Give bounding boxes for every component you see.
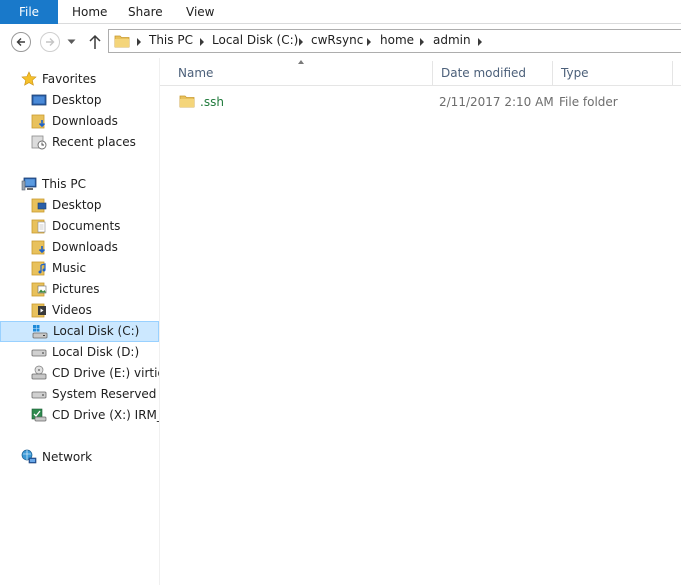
nav-item-label: Local Disk (D:): [52, 345, 140, 359]
nav-favorites-desktop[interactable]: Desktop: [0, 90, 159, 111]
breadcrumb-this-pc[interactable]: This PC: [149, 33, 193, 47]
recent-locations-chevron-icon[interactable]: [67, 39, 76, 45]
nav-item-label: Desktop: [52, 198, 102, 212]
hard-drive-icon: [31, 391, 47, 399]
sort-ascending-icon: [298, 60, 304, 64]
back-arrow-icon: [16, 38, 25, 46]
computer-icon: [21, 177, 37, 191]
nav-item-label: Music: [52, 261, 87, 275]
nav-favorites-label: Favorites: [42, 72, 97, 86]
nav-network-label: Network: [42, 450, 93, 464]
nav-favorites[interactable]: Favorites: [0, 69, 159, 90]
system-drive-icon: [32, 325, 48, 339]
breadcrumb-separator-icon[interactable]: [478, 38, 482, 46]
nav-item-label: Videos: [52, 303, 92, 317]
column-header-date-modified[interactable]: Date modified: [433, 61, 553, 86]
nav-this-pc-downloads[interactable]: Downloads: [0, 237, 159, 258]
breadcrumb-separator-icon[interactable]: [137, 38, 141, 46]
ribbon-tabs: File Home Share View: [0, 0, 681, 24]
nav-item-label: Pictures: [52, 282, 100, 296]
nav-item-label: Local Disk (C:): [53, 324, 140, 338]
column-headers: Name Date modified Type S: [160, 60, 681, 86]
nav-this-pc-cd-drive-e[interactable]: CD Drive (E:) virtio-w: [0, 363, 159, 384]
nav-item-label: System Reserved (F:): [52, 387, 159, 401]
breadcrumb-cwrsync[interactable]: cwRsync: [311, 33, 363, 47]
nav-this-pc-music[interactable]: Music: [0, 258, 159, 279]
tab-share[interactable]: Share: [114, 0, 177, 24]
back-button[interactable]: [11, 32, 31, 52]
nav-item-label: Downloads: [52, 240, 118, 254]
breadcrumb-separator-icon[interactable]: [200, 38, 204, 46]
address-bar[interactable]: This PC Local Disk (C:) cwRsync home adm…: [108, 29, 681, 53]
recent-places-icon: [31, 135, 47, 150]
tab-home[interactable]: Home: [58, 0, 121, 24]
file-name: .ssh: [200, 95, 224, 109]
desktop-icon: [31, 94, 47, 106]
column-header-label: Name: [178, 66, 214, 80]
column-header-label: Date modified: [441, 66, 527, 80]
navigation-pane: Favorites Desktop Downloads Recent place…: [0, 58, 159, 585]
breadcrumb-separator-icon[interactable]: [367, 38, 371, 46]
breadcrumb-home[interactable]: home: [380, 33, 414, 47]
nav-this-pc-cd-drive-x[interactable]: CD Drive (X:) IRM_SS: [0, 405, 159, 426]
column-header-type[interactable]: Type: [553, 61, 673, 86]
hard-drive-icon: [31, 349, 47, 357]
nav-favorites-downloads[interactable]: Downloads: [0, 111, 159, 132]
breadcrumb-separator-icon[interactable]: [299, 38, 303, 46]
nav-this-pc-system-reserved-f[interactable]: System Reserved (F:): [0, 384, 159, 405]
column-header-name[interactable]: Name: [170, 61, 433, 86]
downloads-folder-icon: [31, 240, 46, 255]
file-list: Name Date modified Type S .ssh 2/11/2017…: [160, 58, 681, 585]
tab-file[interactable]: File: [0, 0, 58, 24]
tab-view[interactable]: View: [172, 0, 228, 24]
nav-item-label: Desktop: [52, 93, 102, 107]
nav-this-pc-local-disk-d[interactable]: Local Disk (D:): [0, 342, 159, 363]
folder-icon: [179, 95, 195, 108]
navigation-bar: This PC Local Disk (C:) cwRsync home adm…: [0, 25, 681, 58]
videos-folder-icon: [31, 303, 46, 318]
breadcrumb-local-disk-c[interactable]: Local Disk (C:): [212, 33, 298, 47]
nav-item-label: CD Drive (E:) virtio-w: [52, 366, 159, 380]
nav-item-label: Recent places: [52, 135, 136, 149]
star-icon: [21, 71, 37, 86]
breadcrumb-admin[interactable]: admin: [433, 33, 471, 47]
nav-this-pc[interactable]: This PC: [0, 174, 159, 195]
file-row[interactable]: .ssh 2/11/2017 2:10 AM File folder: [170, 91, 681, 113]
column-header-label: Type: [561, 66, 589, 80]
file-type: File folder: [559, 95, 618, 109]
column-header-size[interactable]: S: [673, 61, 681, 86]
nav-network[interactable]: Network: [0, 447, 159, 468]
desktop-folder-icon: [31, 198, 47, 213]
nav-this-pc-videos[interactable]: Videos: [0, 300, 159, 321]
nav-this-pc-documents[interactable]: Documents: [0, 216, 159, 237]
up-arrow-icon[interactable]: [88, 34, 102, 50]
installation-media-icon: [31, 408, 47, 422]
nav-item-label: Downloads: [52, 114, 118, 128]
folder-icon: [114, 35, 130, 48]
nav-this-pc-desktop[interactable]: Desktop: [0, 195, 159, 216]
network-icon: [21, 449, 37, 464]
music-folder-icon: [31, 261, 46, 276]
nav-this-pc-label: This PC: [42, 177, 86, 191]
forward-arrow-icon: [46, 38, 55, 46]
nav-item-label: Documents: [52, 219, 121, 233]
pictures-folder-icon: [31, 282, 47, 297]
breadcrumb-separator-icon[interactable]: [420, 38, 424, 46]
forward-button[interactable]: [40, 32, 60, 52]
cd-drive-icon: [31, 365, 47, 380]
nav-this-pc-pictures[interactable]: Pictures: [0, 279, 159, 300]
documents-folder-icon: [31, 219, 46, 234]
downloads-folder-icon: [31, 114, 46, 129]
nav-this-pc-local-disk-c[interactable]: Local Disk (C:): [0, 321, 159, 342]
nav-favorites-recent-places[interactable]: Recent places: [0, 132, 159, 153]
nav-item-label: CD Drive (X:) IRM_SS: [52, 408, 159, 422]
file-date-modified: 2/11/2017 2:10 AM: [439, 95, 554, 109]
